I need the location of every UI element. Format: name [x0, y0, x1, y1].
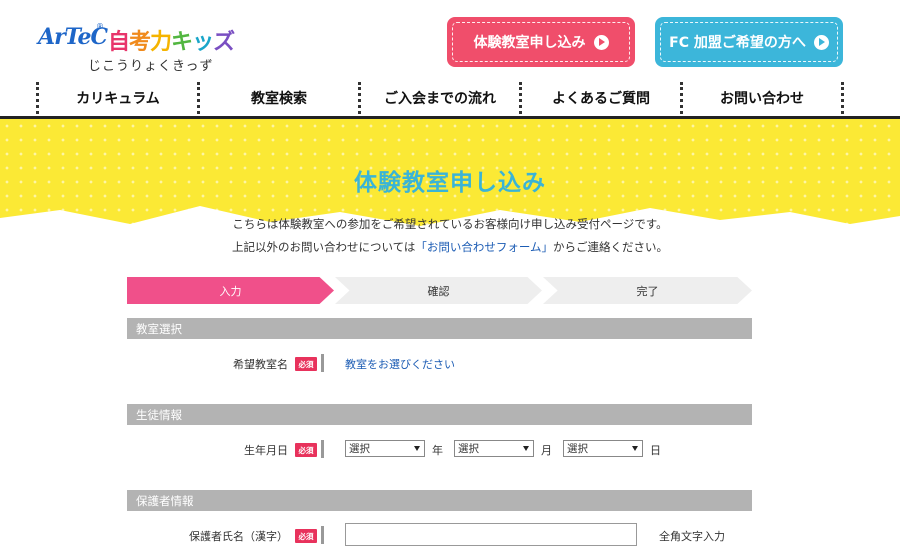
intro-text-2: 上記以外のお問い合わせについては「お問い合わせフォーム」からご連絡ください。 — [231, 240, 669, 254]
month-unit: 月 — [541, 444, 552, 457]
step-complete: 完了 — [543, 277, 752, 304]
nav-item-enrollment-flow[interactable]: ご入会までの流れ — [358, 82, 519, 114]
site-logo[interactable]: ArTeC ® 自考力キッズ じこうりょくきっず — [38, 22, 248, 74]
birth-year-select[interactable]: 選択 — [345, 440, 425, 457]
nav-item-classroom-search[interactable]: 教室検索 — [197, 82, 358, 114]
required-badge: 必須 — [295, 443, 317, 457]
field-divider — [321, 526, 324, 544]
year-unit: 年 — [432, 444, 443, 457]
progress-steps: 入力 確認 完了 — [127, 277, 752, 304]
required-badge: 必須 — [295, 357, 317, 371]
nav-item-curriculum[interactable]: カリキュラム — [36, 82, 197, 114]
trial-application-button[interactable]: 体験教室申し込み — [447, 17, 635, 67]
page-title: 体験教室申し込み — [354, 170, 546, 196]
step-input: 入力 — [127, 277, 334, 304]
logo-subtitle: じこうりょくきっず — [88, 59, 214, 74]
intro-text-1: こちらは体験教室への参加をご希望されているお客様向け申し込み受付ページです。 — [232, 217, 668, 231]
birth-month-select[interactable]: 選択 — [454, 440, 534, 457]
step-confirm: 確認 — [335, 277, 542, 304]
section-header-classroom: 教室選択 — [127, 318, 752, 339]
day-unit: 日 — [650, 444, 661, 457]
guardian-name-input[interactable] — [345, 523, 637, 546]
section-header-guardian: 保護者情報 — [127, 490, 752, 511]
play-circle-icon — [593, 34, 609, 50]
fc-franchise-button[interactable]: FC 加盟ご希望の方へ — [655, 17, 843, 67]
play-circle-icon — [813, 34, 829, 50]
fullwidth-hint: 全角文字入力 — [659, 530, 725, 543]
required-badge: 必須 — [295, 529, 317, 543]
fc-button-label: FC 加盟ご希望の方へ — [669, 35, 806, 51]
section-header-student: 生徒情報 — [127, 404, 752, 425]
logo-name: 自考力キッズ — [108, 30, 235, 55]
main-nav: カリキュラム 教室検索 ご入会までの流れ よくあるご質問 お問い合わせ — [36, 82, 844, 114]
trial-button-label: 体験教室申し込み — [473, 35, 586, 51]
birthdate-label: 生年月日 — [244, 444, 288, 457]
nav-item-faq[interactable]: よくあるご質問 — [519, 82, 680, 114]
birth-day-select[interactable]: 選択 — [563, 440, 643, 457]
contact-form-link[interactable]: 「お問い合わせフォーム」 — [415, 240, 553, 254]
classroom-label: 希望教室名 — [233, 358, 288, 371]
field-divider — [321, 440, 324, 458]
field-divider — [321, 354, 324, 372]
classroom-select-link[interactable]: 教室をお選びください — [345, 356, 455, 372]
guardian-name-label: 保護者氏名（漢字） — [189, 530, 288, 543]
logo-registered-mark: ® — [96, 22, 104, 31]
nav-item-contact[interactable]: お問い合わせ — [680, 82, 844, 114]
